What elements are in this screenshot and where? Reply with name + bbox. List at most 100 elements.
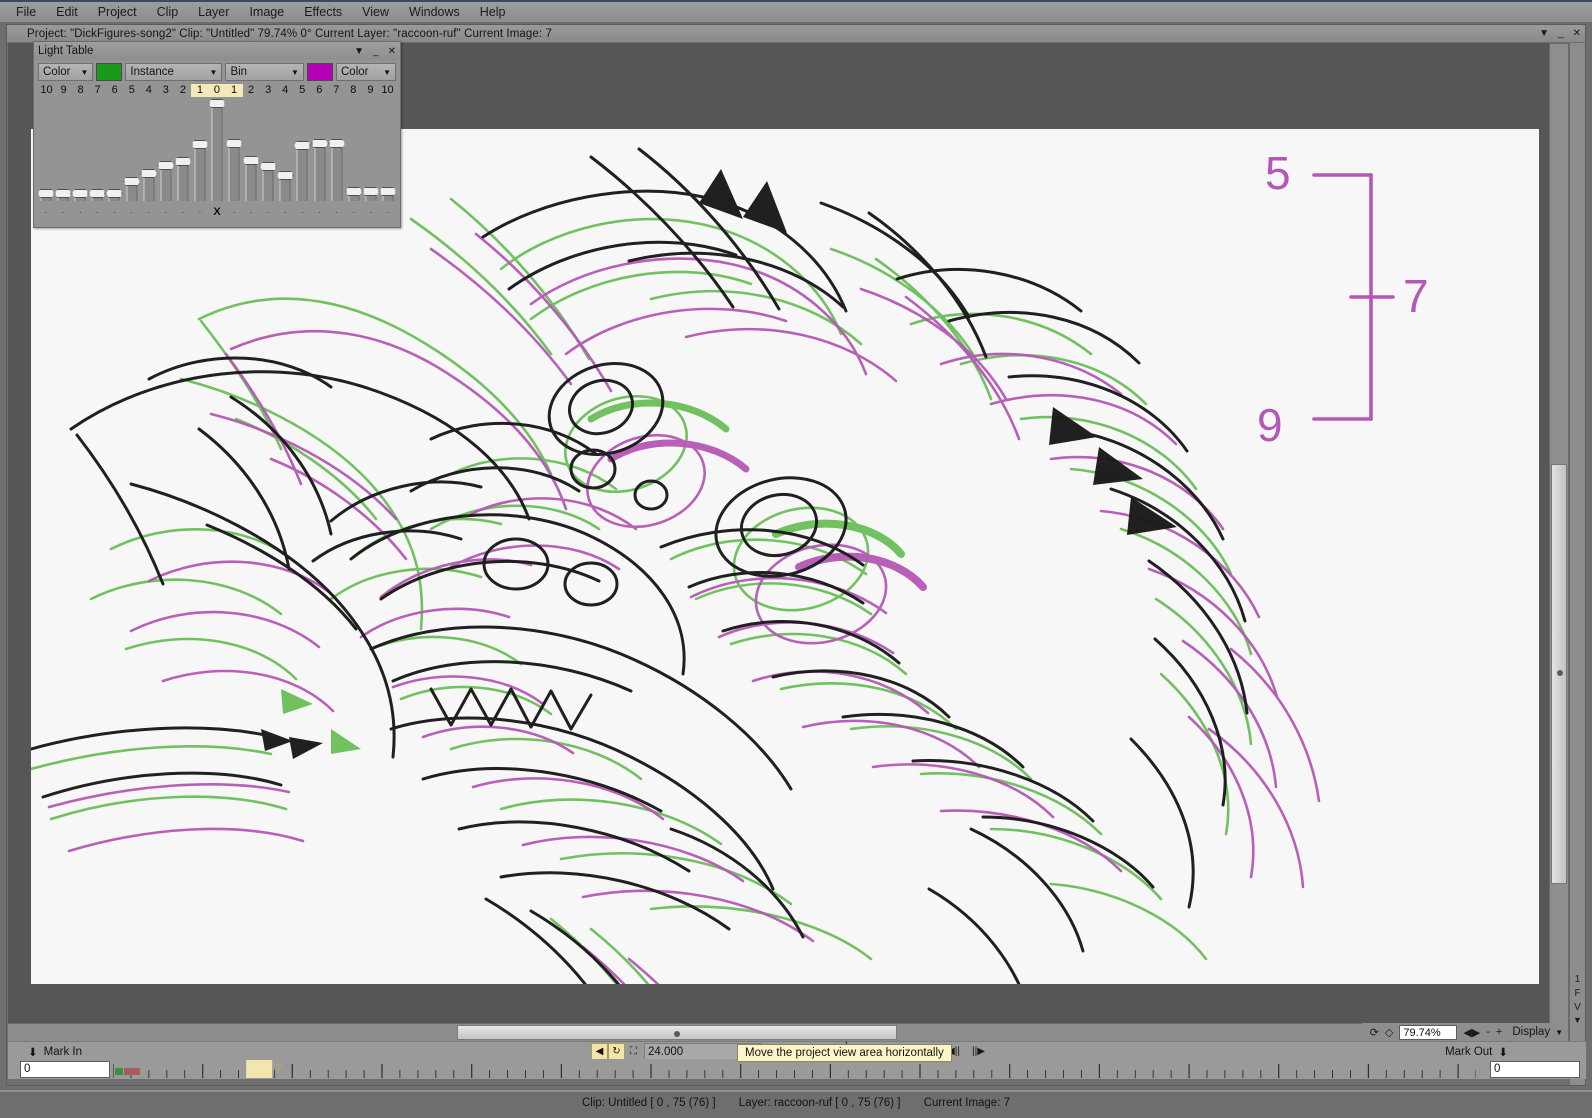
- light-table-slider[interactable]: [259, 97, 277, 201]
- light-table-slider[interactable]: [208, 97, 226, 201]
- loop-icon[interactable]: ↻: [608, 1043, 625, 1060]
- slider-knob[interactable]: [345, 187, 363, 196]
- canvas-horizontal-scrollbar[interactable]: [8, 1023, 1550, 1041]
- window-minimize-icon[interactable]: _: [1558, 28, 1564, 39]
- slider-knob[interactable]: [105, 189, 123, 198]
- slider-knob[interactable]: [157, 161, 175, 170]
- light-table-column-label[interactable]: 9: [362, 84, 379, 97]
- light-table-slider[interactable]: [88, 97, 106, 201]
- light-table-slider[interactable]: [71, 97, 89, 201]
- next-frame-button[interactable]: ||▶: [970, 1043, 987, 1060]
- light-table-slider[interactable]: [276, 97, 294, 201]
- light-table-column-label[interactable]: 10: [38, 84, 55, 97]
- scale-icon[interactable]: ⛶: [625, 1043, 642, 1060]
- light-table-menu-icon[interactable]: ▼: [354, 46, 364, 57]
- window-menu-icon[interactable]: ▼: [1539, 28, 1549, 39]
- menu-item-effects[interactable]: Effects: [294, 3, 352, 21]
- light-table-column-label[interactable]: 1: [225, 83, 243, 97]
- light-table-slider[interactable]: [105, 97, 123, 201]
- slider-knob[interactable]: [123, 177, 141, 186]
- menu-item-image[interactable]: Image: [239, 3, 294, 21]
- menu-item-project[interactable]: Project: [88, 3, 147, 21]
- menu-item-edit[interactable]: Edit: [46, 3, 88, 21]
- light-table-column-label[interactable]: 4: [140, 84, 157, 97]
- light-table-column-label[interactable]: 1: [191, 83, 209, 97]
- light-table-minimize-icon[interactable]: _: [373, 46, 379, 57]
- reset-view-icon[interactable]: ◇: [1385, 1026, 1393, 1039]
- light-table-slider[interactable]: [37, 97, 55, 201]
- slider-knob[interactable]: [88, 189, 106, 198]
- slider-knob[interactable]: [140, 169, 158, 178]
- step-back-icon[interactable]: ◀: [591, 1043, 608, 1060]
- timeline-ruler[interactable]: 7: [113, 1059, 1476, 1079]
- light-table-column-label[interactable]: 7: [328, 84, 345, 97]
- light-table-slider[interactable]: [191, 97, 209, 201]
- light-table-slider[interactable]: [157, 97, 175, 201]
- light-table-column-label[interactable]: 4: [277, 84, 294, 97]
- vertical-scrollbar-thumb[interactable]: [1551, 464, 1567, 884]
- slider-knob[interactable]: [362, 187, 380, 196]
- slider-knob[interactable]: [328, 139, 346, 148]
- horizontal-scrollbar-thumb[interactable]: [457, 1025, 897, 1040]
- slider-knob[interactable]: [37, 189, 55, 198]
- light-table-column-label[interactable]: 7: [89, 84, 106, 97]
- light-table-slider[interactable]: [174, 97, 192, 201]
- slider-knob[interactable]: [379, 187, 397, 196]
- mark-out-button[interactable]: Mark Out ⬇: [1437, 1043, 1516, 1061]
- light-table-slider[interactable]: [293, 97, 311, 201]
- mark-in-value-input[interactable]: 0: [20, 1060, 110, 1078]
- menu-item-view[interactable]: View: [352, 3, 399, 21]
- light-table-slider[interactable]: [123, 97, 141, 201]
- slider-knob[interactable]: [311, 139, 329, 148]
- right-color-swatch[interactable]: [306, 63, 333, 81]
- right-mode-dropdown[interactable]: Color ▼: [336, 63, 396, 81]
- mark-in-button[interactable]: ⬇ Mark In: [20, 1043, 90, 1061]
- bin-dropdown[interactable]: Bin ▼: [225, 63, 304, 81]
- slider-knob[interactable]: [71, 189, 89, 198]
- light-table-slider[interactable]: [140, 97, 158, 201]
- slider-knob[interactable]: [174, 157, 192, 166]
- light-table-column-label[interactable]: 8: [345, 84, 362, 97]
- slider-knob[interactable]: [259, 162, 277, 171]
- light-table-column-label[interactable]: 2: [243, 84, 260, 97]
- light-table-column-label[interactable]: 3: [157, 84, 174, 97]
- light-table-column-label[interactable]: 6: [311, 84, 328, 97]
- light-table-column-label[interactable]: 5: [123, 84, 140, 97]
- zoom-level-input[interactable]: 79.74%: [1399, 1024, 1458, 1040]
- instance-dropdown[interactable]: Instance ▼: [125, 63, 223, 81]
- light-table-column-label[interactable]: 8: [72, 84, 89, 97]
- left-mode-dropdown[interactable]: Color ▼: [38, 63, 94, 81]
- light-table-slider[interactable]: [345, 97, 363, 201]
- zoom-out-button[interactable]: -: [1486, 1026, 1490, 1038]
- drawing-paper[interactable]: 5 7 9: [31, 129, 1539, 984]
- slider-knob[interactable]: [225, 139, 243, 148]
- menu-item-clip[interactable]: Clip: [147, 3, 189, 21]
- light-table-column-label[interactable]: 5: [294, 84, 311, 97]
- menu-item-help[interactable]: Help: [470, 3, 516, 21]
- rotate-icon[interactable]: ⟳: [1370, 1026, 1379, 1039]
- light-table-slider[interactable]: [362, 97, 380, 201]
- light-table-slider[interactable]: [311, 97, 329, 201]
- light-table-column-label[interactable]: 9: [55, 84, 72, 97]
- light-table-panel[interactable]: Light Table ▼ _ ✕ Color ▼ Instance ▼ Bin…: [33, 41, 401, 228]
- light-table-slider[interactable]: [242, 97, 260, 201]
- canvas-vertical-scrollbar[interactable]: [1549, 43, 1569, 1043]
- light-table-column-label[interactable]: 2: [174, 84, 191, 97]
- light-table-close-icon[interactable]: ✕: [388, 46, 396, 57]
- slider-knob[interactable]: [54, 189, 72, 198]
- light-table-slider[interactable]: [379, 97, 397, 201]
- slider-knob[interactable]: [293, 141, 311, 150]
- slider-knob[interactable]: [208, 99, 226, 108]
- light-table-column-label[interactable]: 0: [208, 83, 226, 97]
- light-table-column-label[interactable]: 3: [260, 84, 277, 97]
- mark-out-value-input[interactable]: 0: [1490, 1060, 1580, 1078]
- window-close-icon[interactable]: ✕: [1573, 28, 1581, 39]
- light-table-slider[interactable]: [54, 97, 72, 201]
- light-table-slider[interactable]: [328, 97, 346, 201]
- light-table-x-label[interactable]: X: [209, 205, 225, 221]
- light-table-sliders[interactable]: [34, 97, 400, 205]
- display-menu-button[interactable]: Display ▼: [1508, 1026, 1563, 1038]
- fit-width-icon[interactable]: ◀▶: [1463, 1026, 1480, 1039]
- menu-item-file[interactable]: File: [6, 3, 46, 21]
- slider-knob[interactable]: [276, 171, 294, 180]
